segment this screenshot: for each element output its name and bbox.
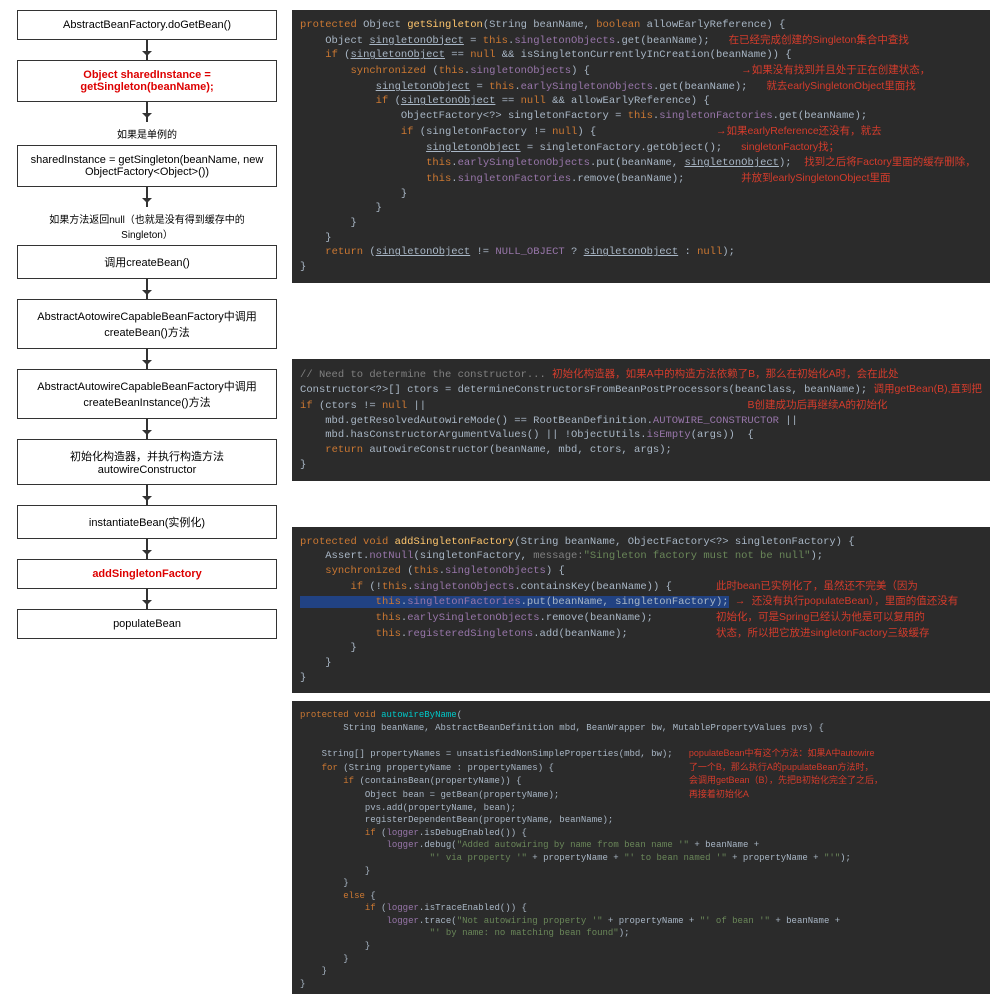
arrow — [146, 102, 148, 122]
annotation: 再接着初始化A — [689, 789, 749, 799]
annotation: 了一个B，那么执行A的pupulateBean方法时， — [689, 762, 874, 772]
flow-box-8: instantiateBean(实例化) — [17, 505, 277, 539]
annotation: B创建成功后再继续A的初始化 — [747, 399, 887, 411]
arrow — [146, 485, 148, 505]
arrow — [146, 539, 148, 559]
flow-box-2: Object sharedInstance = getSingleton(bea… — [17, 60, 277, 102]
annotation: 就去earlySingletonObject里面找 — [766, 80, 915, 92]
annotation: 在已经完成创建的Singleton集合中查找 — [729, 34, 909, 46]
diagram-container: AbstractBeanFactory.doGetBean() Object s… — [10, 10, 990, 994]
annotation: 并放到earlySingletonObject里面 — [741, 172, 890, 184]
annotation: 初始化构造器，如果A中的构造方法依赖了B，那么在初始化A时，会在此处 — [552, 368, 899, 380]
comment: // Need to determine the constructor... — [300, 369, 546, 381]
annotation: 初始化，可是Spring已经认为他是可以复用的 — [716, 611, 925, 623]
arrow — [146, 349, 148, 369]
annotation: 状态，所以把它放进singletonFactory三级缓存 — [716, 627, 930, 639]
flowchart-column: AbstractBeanFactory.doGetBean() Object s… — [10, 10, 284, 994]
arrow — [146, 279, 148, 299]
flow-note-2: 如果方法返回null（也就是没有得到缓存中的Singleton） — [47, 211, 247, 241]
flow-box-1: AbstractBeanFactory.doGetBean() — [17, 10, 277, 40]
code-panel-1: protected Object getSingleton(String bea… — [292, 10, 990, 283]
flow-note-1: 如果是单例的 — [47, 126, 247, 141]
arrow — [146, 419, 148, 439]
arrow — [146, 187, 148, 207]
code-panel-4: protected void autowireByName( String be… — [292, 701, 990, 994]
annotation: 调用getBean(B),直到把 — [873, 383, 982, 395]
flow-box-4: 调用createBean() — [17, 245, 277, 279]
annotation: 找到之后将Factory里面的缓存删除， — [804, 156, 976, 168]
arrow — [146, 589, 148, 609]
flow-box-7: 初始化构造器，并执行构造方法autowireConstructor — [17, 439, 277, 485]
flow-box-3: sharedInstance = getSingleton(beanName, … — [17, 145, 277, 187]
flow-box-6: AbstractAutowireCapableBeanFactory中调用cre… — [17, 369, 277, 419]
annotation: 会调用getBean（B），先把B初始化完全了之后， — [689, 775, 883, 785]
annotation: 还没有执行populateBean），里面的值还没有 — [752, 595, 959, 607]
code-panel-3: protected void addSingletonFactory(Strin… — [292, 527, 990, 694]
annotation: singletonFactory找； — [741, 141, 839, 153]
annotation: populateBean中有这个方法：如果A中autowire — [689, 748, 875, 758]
code-panel-2: // Need to determine the constructor... … — [292, 359, 990, 481]
annotation: 此时bean已实例化了，虽然还不完美（因为 — [716, 580, 918, 592]
flow-box-9: addSingletonFactory — [17, 559, 277, 589]
annotation: 如果没有找到并且处于正在创建状态， — [752, 64, 931, 76]
text: Object sharedInstance = — [83, 69, 210, 81]
flow-box-10: populateBean — [17, 609, 277, 639]
flow-box-5: AbstractAotowireCapableBeanFactory中调用cre… — [17, 299, 277, 349]
code-panels: protected Object getSingleton(String bea… — [292, 10, 990, 994]
text: getSingleton(beanName); — [80, 81, 213, 93]
arrow — [146, 40, 148, 60]
annotation: 如果earlyReference还没有，就去 — [726, 125, 881, 137]
